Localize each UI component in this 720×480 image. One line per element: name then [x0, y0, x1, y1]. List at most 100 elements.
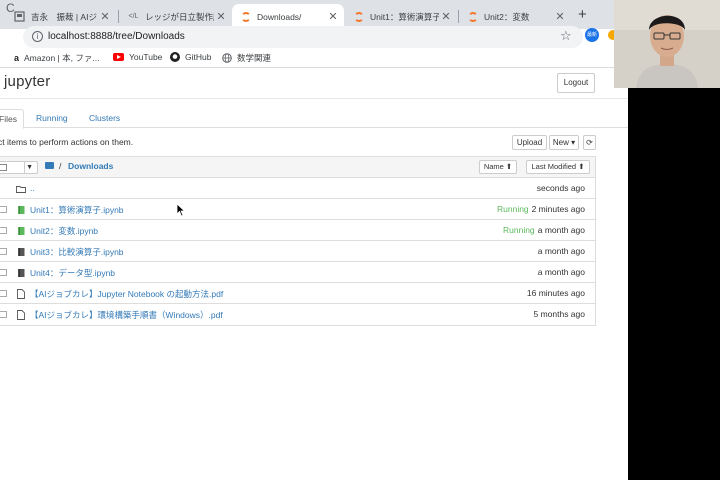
- jupyter-logo[interactable]: jupyter: [4, 73, 50, 90]
- bookmark-label: 数学関連: [237, 53, 272, 63]
- mouse-cursor-icon: [176, 203, 186, 222]
- tab-divider: [118, 10, 119, 23]
- breadcrumb-downloads[interactable]: Downloads: [68, 161, 113, 171]
- new-tab-button[interactable]: +: [578, 6, 587, 23]
- tab-title: Downloads/: [257, 11, 302, 22]
- jupyter-icon: [240, 11, 251, 22]
- header-divider: [0, 98, 628, 99]
- file-row[interactable]: Unit3：比較演算子.ipynb a month ago: [0, 241, 595, 262]
- tab-title: レッジが日立製作所の: [145, 11, 214, 22]
- file-name[interactable]: Unit2：変数.ipynb: [30, 225, 98, 237]
- sort-by-modified-button[interactable]: Last Modified ⬆: [526, 160, 590, 174]
- page-icon: [14, 11, 25, 22]
- info-icon[interactable]: i: [32, 31, 43, 42]
- youtube-icon: [113, 53, 124, 61]
- url-text[interactable]: localhost:8888/tree/Downloads: [48, 31, 185, 42]
- sort-by-name-button[interactable]: Name ⬆: [479, 160, 517, 174]
- refresh-button[interactable]: ⟳: [583, 135, 596, 150]
- tab-label: Files: [0, 114, 17, 124]
- jupyter-icon: [467, 11, 478, 22]
- upload-button[interactable]: Upload: [512, 135, 547, 150]
- file-name[interactable]: Unit1：算術演算子.ipynb: [30, 204, 124, 216]
- tab-strip: 吉永 振裁 | AIジョブ ✕ </L レッジが日立製作所の ✕ Downloa…: [0, 0, 628, 29]
- browser-window: 吉永 振裁 | AIジョブ ✕ </L レッジが日立製作所の ✕ Downloa…: [0, 0, 628, 480]
- running-status: Running: [497, 204, 529, 214]
- new-dropdown-button[interactable]: New ▾: [549, 135, 579, 150]
- close-icon[interactable]: ✕: [553, 10, 567, 23]
- bookmark-label: YouTube: [129, 52, 163, 62]
- close-icon[interactable]: ✕: [98, 10, 112, 23]
- close-icon[interactable]: ✕: [214, 10, 228, 23]
- notebook-icon: [16, 267, 26, 278]
- file-modified: seconds ago: [536, 183, 585, 193]
- file-modified: a month ago: [537, 225, 585, 235]
- file-modified: 16 minutes ago: [526, 288, 585, 298]
- file-name[interactable]: ..: [30, 183, 35, 193]
- row-checkbox[interactable]: [0, 227, 7, 234]
- row-checkbox[interactable]: [0, 248, 7, 255]
- bookmark-label: GitHub: [185, 52, 212, 62]
- profile-avatar[interactable]: 最新: [585, 28, 599, 42]
- tab-title: 吉永 振裁 | AIジョブ: [31, 11, 98, 22]
- file-row[interactable]: Unit2：変数.ipynb Running a month ago: [0, 220, 595, 241]
- bookmark-youtube[interactable]: YouTube: [113, 52, 162, 62]
- file-row[interactable]: 【AIジョブカレ】環境構築手順書（Windows）.pdf 5 months a…: [0, 304, 595, 325]
- file-name[interactable]: Unit3：比較演算子.ipynb: [30, 246, 124, 258]
- github-icon: [170, 52, 180, 62]
- file-modified: a month ago: [537, 246, 585, 256]
- bookmark-github[interactable]: GitHub: [170, 52, 211, 62]
- amazon-icon: a: [14, 53, 20, 63]
- file-row[interactable]: 【AIジョブカレ】Jupyter Notebook の起動方法.pdf 16 m…: [0, 283, 595, 304]
- close-icon[interactable]: ✕: [326, 10, 340, 23]
- bookmark-amazon[interactable]: a Amazon | 本, ファ...: [14, 52, 99, 64]
- tab-files[interactable]: Files: [0, 109, 24, 129]
- bookmarks-bar: a Amazon | 本, ファ... YouTube GitHub 数学関連: [0, 48, 628, 68]
- notebook-running-icon: [16, 204, 26, 215]
- select-all-dropdown[interactable]: ▼: [0, 161, 38, 174]
- instructions-text: Select items to perform actions on them.: [0, 137, 133, 147]
- tab-title: Unit2：変数: [484, 11, 530, 22]
- file-list: ▼ / Downloads Name ⬆ Last Modified ⬆ .. …: [0, 156, 596, 326]
- row-checkbox[interactable]: [0, 311, 7, 318]
- folder-icon[interactable]: [45, 162, 54, 169]
- running-status: Running: [503, 225, 535, 235]
- ledge-icon: </L: [128, 13, 139, 20]
- reload-icon[interactable]: C: [6, 1, 15, 15]
- row-checkbox[interactable]: [0, 269, 7, 276]
- jupyter-page: jupyter Logout Files Running Clusters Se…: [0, 68, 628, 480]
- caret-down-icon[interactable]: ▼: [26, 162, 33, 173]
- bookmark-math[interactable]: 数学関連: [222, 52, 271, 64]
- file-name[interactable]: 【AIジョブカレ】環境構築手順書（Windows）.pdf: [30, 309, 223, 321]
- globe-icon: [222, 53, 232, 63]
- file-name[interactable]: 【AIジョブカレ】Jupyter Notebook の起動方法.pdf: [30, 288, 223, 300]
- file-icon: [16, 288, 26, 299]
- file-modified: 5 months ago: [533, 309, 585, 319]
- bookmark-star-icon[interactable]: ☆: [560, 28, 572, 44]
- instructions-label: Select items to perform actions on them.: [0, 137, 134, 147]
- folder-icon: [16, 183, 26, 194]
- select-all-checkbox[interactable]: [0, 164, 7, 171]
- breadcrumb-separator: /: [59, 161, 62, 171]
- file-row[interactable]: Unit1：算術演算子.ipynb Running 2 minutes ago: [0, 199, 595, 220]
- file-row[interactable]: .. seconds ago: [0, 178, 595, 199]
- close-icon[interactable]: ✕: [439, 10, 453, 23]
- tab-clusters[interactable]: Clusters: [89, 109, 120, 129]
- notebook-icon: [16, 246, 26, 257]
- dashboard-tabs: Files Running Clusters: [0, 109, 628, 129]
- file-icon: [16, 309, 26, 320]
- jupyter-icon: [353, 11, 364, 22]
- file-list-header: ▼ / Downloads Name ⬆ Last Modified ⬆: [0, 157, 595, 178]
- file-modified: a month ago: [537, 267, 585, 277]
- tab-title: Unit1：算術演算子: [370, 11, 439, 22]
- logout-button[interactable]: Logout: [557, 73, 595, 93]
- bookmark-label: Amazon | 本, ファ...: [24, 53, 100, 63]
- row-checkbox[interactable]: [0, 206, 7, 213]
- file-name[interactable]: Unit4：データ型.ipynb: [30, 267, 115, 279]
- tab-running[interactable]: Running: [36, 109, 68, 129]
- file-modified: 2 minutes ago: [531, 204, 585, 214]
- divider: [24, 162, 25, 173]
- row-checkbox[interactable]: [0, 290, 7, 297]
- webcam-overlay: [614, 0, 720, 88]
- notebook-running-icon: [16, 225, 26, 236]
- file-row[interactable]: Unit4：データ型.ipynb a month ago: [0, 262, 595, 283]
